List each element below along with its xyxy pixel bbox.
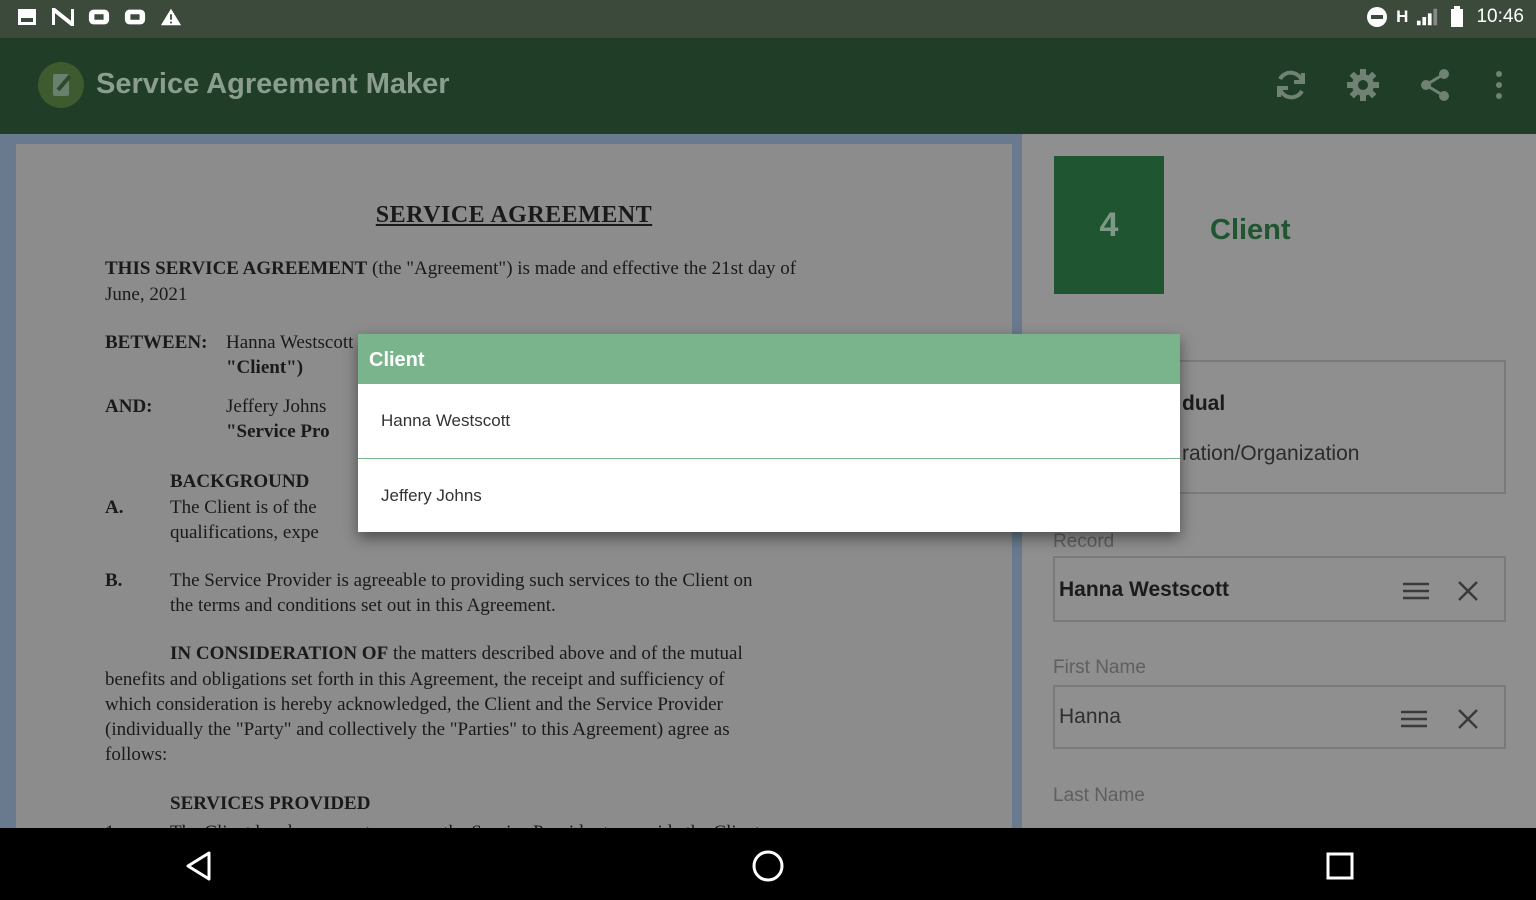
list-icon[interactable] <box>1397 702 1431 736</box>
list-icon[interactable] <box>1399 574 1433 608</box>
last-name-label: Last Name <box>1053 785 1145 806</box>
step-number-badge: 4 <box>1054 156 1164 294</box>
intro-bold: THIS SERVICE AGREEMENT <box>105 258 368 279</box>
document-title: SERVICE AGREEMENT <box>375 202 653 228</box>
dnd-icon <box>1366 7 1388 27</box>
first-name-label: First Name <box>1053 657 1146 678</box>
type-option-individual[interactable]: dual <box>1182 392 1225 416</box>
between-text: Hanna Westscott <box>226 332 354 353</box>
record-value: Hanna Westscott <box>1059 578 1229 601</box>
and-label: AND: <box>105 396 153 417</box>
network-type: H <box>1396 7 1409 26</box>
recents-icon[interactable] <box>1320 846 1360 886</box>
clock: 10:46 <box>1476 6 1524 27</box>
item-b-label: B. <box>105 570 123 591</box>
consideration-line-2: benefits and obligations set forth in th… <box>105 669 725 690</box>
warning-icon <box>160 7 182 27</box>
app-logo-icon <box>38 62 84 108</box>
client-type-selector: dual ration/Organization <box>1172 360 1506 494</box>
youtube-icon <box>88 7 110 27</box>
consideration-line-3: which consideration is hereby acknowledg… <box>105 694 723 715</box>
dialog-title: Client <box>358 334 1180 384</box>
dialog-option-jeffery[interactable]: Jeffery Johns <box>358 458 1180 532</box>
record-field[interactable]: Hanna Westscott <box>1053 556 1506 622</box>
and-text: Jeffery Johns <box>226 396 327 417</box>
system-status: H 10:46 <box>1366 6 1524 28</box>
app-bar-actions <box>1268 62 1514 108</box>
background-heading: BACKGROUND <box>170 471 310 492</box>
consideration-line-5: follows: <box>105 744 168 765</box>
item-b-line-1: The Service Provider is agreeable to pro… <box>170 570 753 591</box>
battery-icon <box>1446 6 1468 27</box>
client-picker-dialog: Client Hanna Westscott Jeffery Johns <box>358 334 1180 532</box>
services-heading: SERVICES PROVIDED <box>170 793 371 814</box>
share-icon[interactable] <box>1412 62 1458 108</box>
first-name-value: Hanna <box>1059 705 1121 728</box>
consideration-paragraph: IN CONSIDERATION OF the matters describe… <box>170 643 743 665</box>
status-bar: H 10:46 <box>0 0 1536 38</box>
notification-icons <box>16 7 182 27</box>
refresh-icon[interactable] <box>1268 62 1314 108</box>
image-icon <box>16 7 38 27</box>
between-client: "Client") <box>226 357 304 378</box>
app-bar: Service Agreement Maker <box>0 38 1536 134</box>
settings-icon[interactable] <box>1340 62 1386 108</box>
intro-line-2: June, 2021 <box>105 284 188 305</box>
type-option-corporation[interactable]: ration/Organization <box>1182 442 1359 466</box>
home-icon[interactable] <box>748 846 788 886</box>
and-service-provider: "Service Pro <box>226 421 330 442</box>
first-name-field[interactable]: Hanna <box>1053 685 1506 749</box>
between-label: BETWEEN: <box>105 332 208 353</box>
item-b-line-2: the terms and conditions set out in this… <box>170 595 556 616</box>
dialog-option-hanna[interactable]: Hanna Westscott <box>358 384 1180 458</box>
consideration-text: the matters described above and of the m… <box>392 643 743 664</box>
n-icon <box>52 7 74 27</box>
app-title: Service Agreement Maker <box>96 68 450 100</box>
record-label: Record <box>1053 531 1115 552</box>
clear-icon[interactable] <box>1451 702 1485 736</box>
step-title: Client <box>1210 214 1291 246</box>
intro-text: (the "Agreement") is made and effective … <box>371 258 797 279</box>
item-a-line-2: qualifications, expe <box>170 522 319 543</box>
signal-icon <box>1416 7 1438 27</box>
intro-paragraph: THIS SERVICE AGREEMENT (the "Agreement")… <box>105 258 796 280</box>
item-a-line-1: The Client is of the <box>170 497 317 518</box>
back-icon[interactable] <box>178 846 218 886</box>
item-a-label: A. <box>105 497 124 518</box>
consideration-bold: IN CONSIDERATION OF <box>170 643 389 664</box>
youtube-icon <box>124 7 146 27</box>
more-vert-icon[interactable] <box>1484 62 1514 108</box>
clear-icon[interactable] <box>1451 574 1485 608</box>
navigation-bar <box>0 828 1536 900</box>
consideration-line-4: (individually the "Party" and collective… <box>105 719 730 740</box>
